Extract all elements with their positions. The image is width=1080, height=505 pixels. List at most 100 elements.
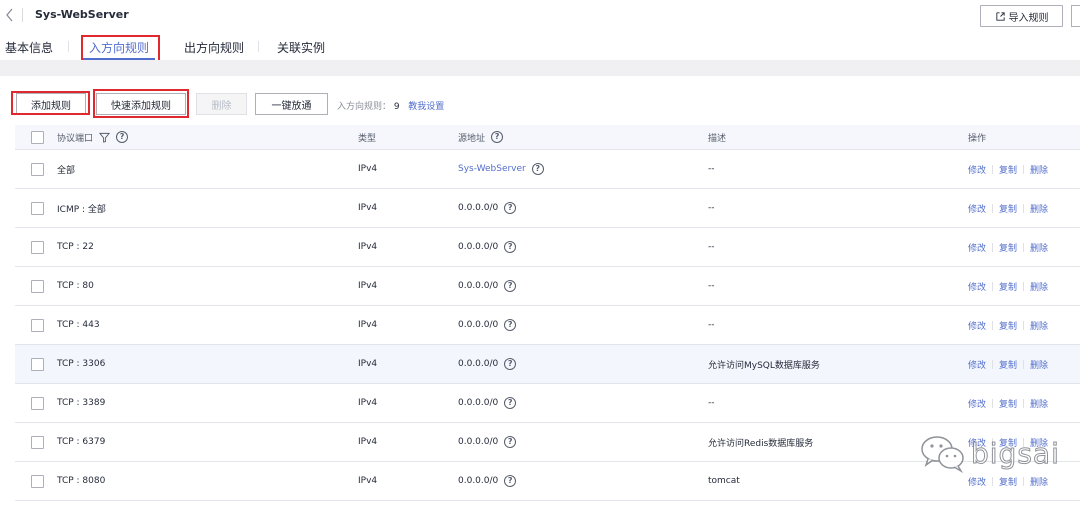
row-checkbox[interactable] — [31, 202, 44, 215]
delete-link[interactable]: 删除 — [1030, 397, 1048, 410]
edit-link[interactable]: 修改 — [968, 202, 986, 215]
filter-icon[interactable] — [99, 132, 111, 143]
source-value: 0.0.0.0/0 — [458, 242, 499, 252]
table-row: TCP : 3306 IPv4 0.0.0.0/0? 允许访问MySQL数据库服… — [15, 345, 1080, 384]
copy-link[interactable]: 复制 — [999, 319, 1017, 332]
copy-link[interactable]: 复制 — [999, 397, 1017, 410]
row-checkbox[interactable] — [31, 475, 44, 488]
delete-link[interactable]: 删除 — [1030, 202, 1048, 215]
row-checkbox[interactable] — [31, 358, 44, 371]
edit-link[interactable]: 修改 — [968, 163, 986, 176]
type-cell: IPv4 — [358, 242, 378, 252]
select-all-checkbox[interactable] — [31, 131, 44, 144]
highlight-box — [93, 89, 189, 118]
actions-cell: 修改 复制 删除 — [968, 189, 1048, 227]
column-protocol: 协议端口 ? — [57, 125, 129, 149]
source-value: 0.0.0.0/0 — [458, 203, 499, 213]
type-cell: IPv4 — [358, 476, 378, 486]
column-source-label: 源地址 — [458, 133, 486, 144]
help-icon[interactable]: ? — [504, 319, 517, 331]
teach-me-link[interactable]: 教我设置 — [408, 102, 444, 112]
delete-link[interactable]: 删除 — [1030, 241, 1048, 254]
copy-link[interactable]: 复制 — [999, 280, 1017, 293]
edit-link[interactable]: 修改 — [968, 475, 986, 488]
type-cell: IPv4 — [358, 203, 378, 213]
tab-bar: 基本信息 入方向规则 出方向规则 关联实例 — [0, 34, 1080, 60]
help-icon[interactable]: ? — [504, 241, 517, 253]
copy-link[interactable]: 复制 — [999, 358, 1017, 371]
type-cell: IPv4 — [358, 320, 378, 330]
protocol-cell: 全部 — [57, 165, 76, 176]
tab-outbound-rules[interactable]: 出方向规则 — [184, 39, 244, 56]
delete-button[interactable]: 删除 — [196, 93, 247, 115]
section-divider — [0, 60, 1080, 76]
help-icon[interactable]: ? — [531, 163, 544, 175]
help-icon[interactable]: ? — [504, 202, 517, 214]
copy-link[interactable]: 复制 — [999, 475, 1017, 488]
help-icon[interactable]: ? — [504, 358, 517, 370]
allow-all-button[interactable]: 一键放通 — [255, 93, 328, 115]
tab-associated-instances[interactable]: 关联实例 — [277, 39, 325, 56]
edit-link[interactable]: 修改 — [968, 397, 986, 410]
action-divider — [1023, 242, 1025, 252]
source-value: 0.0.0.0/0 — [458, 476, 499, 486]
help-icon[interactable]: ? — [116, 131, 129, 143]
copy-link[interactable]: 复制 — [999, 163, 1017, 176]
actions-cell: 修改 复制 删除 — [968, 306, 1048, 344]
tab-divider — [68, 41, 69, 52]
delete-link[interactable]: 删除 — [1030, 319, 1048, 332]
source-cell: 0.0.0.0/0? — [458, 462, 517, 500]
help-icon[interactable]: ? — [504, 397, 517, 409]
row-checkbox[interactable] — [31, 319, 44, 332]
help-icon[interactable]: ? — [504, 475, 517, 487]
wechat-icon — [921, 436, 964, 473]
help-icon[interactable]: ? — [504, 280, 517, 292]
edit-link[interactable]: 修改 — [968, 358, 986, 371]
row-checkbox[interactable] — [31, 280, 44, 293]
action-divider — [992, 281, 994, 291]
source-cell: 0.0.0.0/0? — [458, 423, 517, 461]
row-checkbox[interactable] — [31, 241, 44, 254]
actions-cell: 修改 复制 删除 — [968, 150, 1048, 188]
source-link[interactable]: Sys-WebServer — [458, 164, 526, 174]
page-title: Sys-WebServer — [35, 8, 129, 21]
action-divider — [1023, 359, 1025, 369]
header-divider — [22, 8, 23, 22]
protocol-cell: TCP : 3306 — [57, 359, 106, 369]
source-value: 0.0.0.0/0 — [458, 437, 499, 447]
source-cell: 0.0.0.0/0? — [458, 306, 517, 344]
help-icon[interactable]: ? — [504, 436, 517, 448]
help-icon[interactable]: ? — [491, 131, 504, 143]
row-checkbox[interactable] — [31, 436, 44, 449]
description-cell: 允许访问Redis数据库服务 — [708, 438, 814, 449]
delete-link[interactable]: 删除 — [1030, 358, 1048, 371]
row-checkbox[interactable] — [31, 163, 44, 176]
chevron-left-icon[interactable] — [5, 8, 19, 24]
edit-link[interactable]: 修改 — [968, 280, 986, 293]
copy-link[interactable]: 复制 — [999, 241, 1017, 254]
rule-count-label: 入方向规则： — [337, 102, 392, 112]
column-protocol-label: 协议端口 — [57, 133, 94, 144]
tab-basic-info[interactable]: 基本信息 — [5, 39, 53, 56]
action-divider — [1023, 164, 1025, 174]
description-cell: tomcat — [708, 476, 740, 486]
more-button[interactable] — [1071, 5, 1080, 27]
import-rules-button[interactable]: 导入规则 — [980, 5, 1063, 27]
action-divider — [992, 164, 994, 174]
action-divider — [992, 476, 994, 486]
copy-link[interactable]: 复制 — [999, 202, 1017, 215]
actions-cell: 修改 复制 删除 — [968, 384, 1048, 422]
description-cell: -- — [708, 164, 715, 174]
delete-link[interactable]: 删除 — [1030, 475, 1048, 488]
actions-cell: 修改 复制 删除 — [968, 228, 1048, 266]
rule-count-value: 9 — [393, 102, 400, 112]
delete-link[interactable]: 删除 — [1030, 280, 1048, 293]
source-value: 0.0.0.0/0 — [458, 281, 499, 291]
watermark-text: bigsai — [971, 436, 1060, 470]
description-cell: -- — [708, 242, 715, 252]
edit-link[interactable]: 修改 — [968, 319, 986, 332]
row-checkbox[interactable] — [31, 397, 44, 410]
edit-link[interactable]: 修改 — [968, 241, 986, 254]
import-rules-label: 导入规则 — [1008, 12, 1049, 24]
delete-link[interactable]: 删除 — [1030, 163, 1048, 176]
